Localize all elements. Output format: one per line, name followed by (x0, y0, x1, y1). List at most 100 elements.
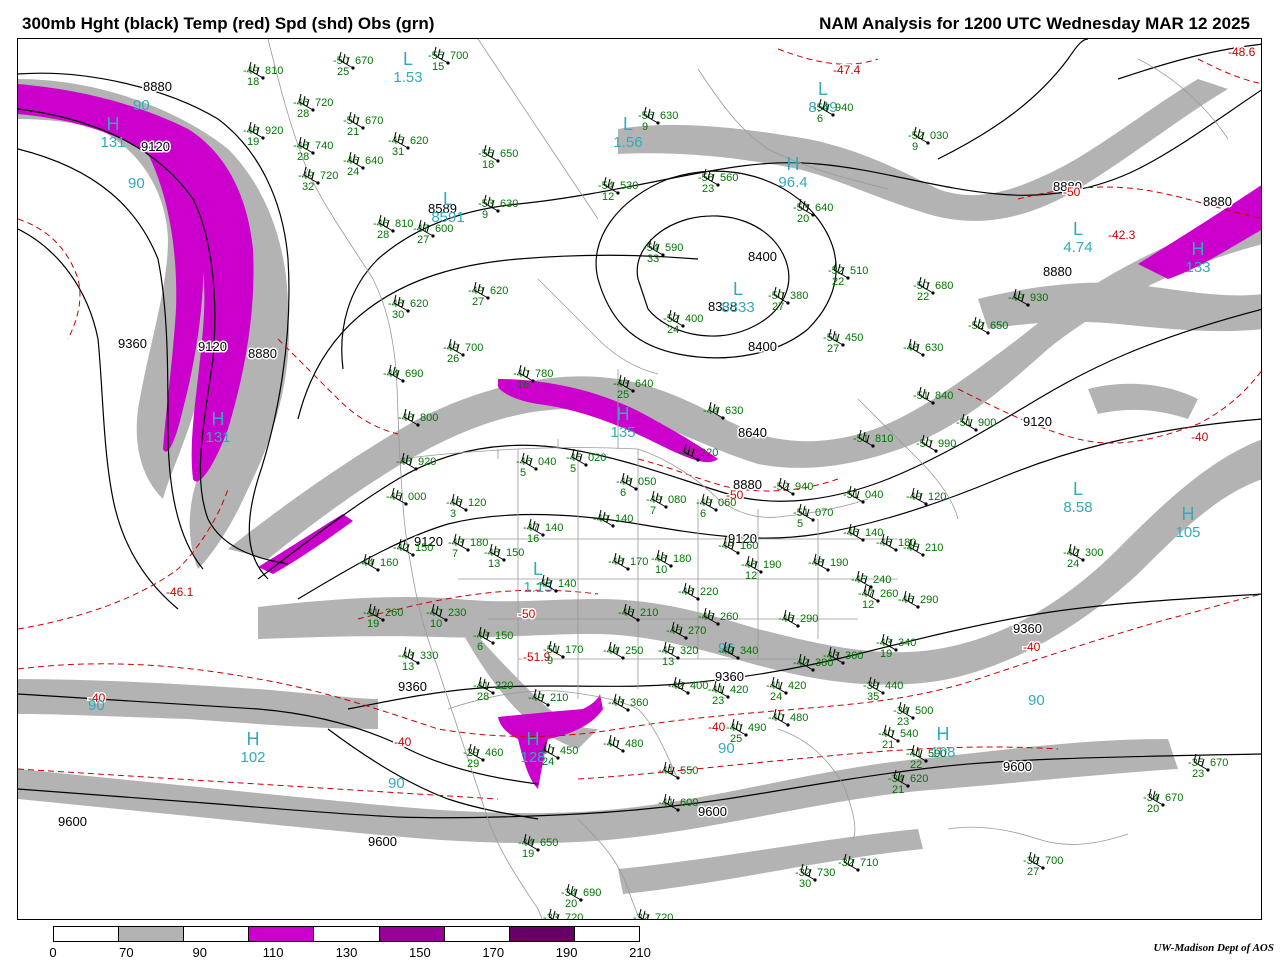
station-observation[interactable]: -48 19012 (741, 555, 781, 582)
station-observation[interactable]: -47 14016 (523, 518, 563, 545)
station-observation[interactable]: -49 72032 (298, 166, 338, 193)
obs-dewpoint-depression: 12 (602, 191, 614, 203)
station-observation[interactable]: -51 1709 (543, 640, 583, 667)
center-value-label: 96.4 (778, 174, 807, 191)
station-observation[interactable]: -58 56023 (698, 168, 738, 195)
obs-height: 030 (930, 130, 948, 142)
station-observation[interactable]: -46 0405 (516, 452, 556, 479)
station-observation[interactable]: -50 990 (916, 434, 956, 453)
station-observation[interactable]: -49 0606 (696, 493, 736, 520)
station-observation[interactable]: -45 240 (851, 570, 891, 589)
station-observation[interactable]: -48 92019 (243, 121, 283, 148)
obs-dewpoint-depression: 12 (862, 599, 874, 611)
station-observation[interactable]: -40 480 (603, 734, 643, 753)
station-observation[interactable]: -45 210 (903, 538, 943, 557)
station-observation[interactable]: -34 67020 (1143, 788, 1183, 815)
obs-height: 340 (740, 645, 758, 657)
station-observation[interactable]: -34 50023 (893, 701, 933, 728)
station-observation[interactable]: -45 62031 (388, 131, 428, 158)
map-panel[interactable]: 8880 9120 9360 9120 8880 8589 8400 8338 8400 8640… (17, 38, 1262, 920)
station-observation[interactable]: -49 62027 (468, 281, 508, 308)
station-observation[interactable]: -52 51022 (828, 261, 868, 288)
station-observation[interactable]: -33 720 (543, 908, 583, 920)
station-observation[interactable]: -46 72028 (293, 93, 333, 120)
station-observation[interactable]: -49 210 (528, 688, 568, 707)
station-observation[interactable]: -45 000 (386, 487, 426, 506)
station-observation[interactable]: -44 160 (358, 553, 398, 572)
station-observation[interactable]: -50 67021 (343, 111, 383, 138)
obs-height: 290 (800, 613, 818, 625)
station-observation[interactable]: -53 6309 (478, 194, 518, 221)
station-observation[interactable]: -40 45024 (538, 741, 578, 768)
station-observation[interactable]: -43 33013 (398, 646, 438, 673)
station-observation[interactable]: -47 26012 (858, 584, 898, 611)
station-observation[interactable]: -32 73030 (795, 863, 835, 890)
station-observation[interactable]: -50 68022 (913, 276, 953, 303)
station-observation[interactable]: -49 140 (536, 574, 576, 593)
station-observation[interactable]: -48 74028 (293, 136, 333, 163)
station-observation[interactable]: -48 800 (398, 408, 438, 427)
station-observation[interactable]: -51 040 (843, 485, 883, 504)
height-contour-label: 9360 (715, 669, 744, 684)
station-observation[interactable]: -46 64024 (343, 151, 383, 178)
station-observation[interactable]: -42 400 (668, 676, 708, 695)
station-observation[interactable]: -44 690 (383, 364, 423, 383)
station-observation[interactable]: -29 46029 (463, 743, 503, 770)
chart-title-left: 300mb Hght (black) Temp (red) Spd (shd) … (22, 14, 435, 33)
station-observation[interactable]: -41 42023 (708, 680, 748, 707)
station-observation[interactable]: -44 250 (603, 641, 643, 660)
station-observation[interactable]: -46 290 (898, 590, 938, 609)
obs-height: 700 (465, 342, 483, 354)
station-observation[interactable]: -48 18010 (651, 549, 691, 576)
obs-height: 670 (355, 55, 373, 67)
station-observation[interactable]: -32 720 (633, 908, 673, 920)
station-observation[interactable]: -44 630 (703, 401, 743, 420)
station-observation[interactable]: -46 260 (698, 607, 738, 626)
station-observation[interactable]: -41 42024 (766, 676, 806, 703)
station-observation[interactable]: -34 69020 (561, 883, 601, 910)
station-observation[interactable]: -51 900 (956, 413, 996, 432)
obs-height: 590 (665, 242, 683, 254)
station-observation[interactable]: -48 170 (608, 552, 648, 571)
station-observation[interactable]: -51 45027 (823, 328, 863, 355)
low-center-marker: L (443, 189, 453, 209)
station-observation[interactable]: -49 0807 (646, 490, 686, 517)
station-observation[interactable]: -50 67025 (333, 51, 373, 78)
station-observation[interactable]: -49 120 (906, 487, 946, 506)
station-observation[interactable]: -55 65018 (478, 144, 518, 171)
station-observation[interactable]: -48 62030 (388, 294, 428, 321)
station-observation[interactable]: -35 67023 (1188, 753, 1228, 780)
station-observation[interactable]: -48 630 (903, 338, 943, 357)
station-observation[interactable]: -51 0705 (793, 503, 833, 530)
obs-dewpoint-depression: 27 (417, 234, 429, 246)
station-observation[interactable]: -49 70026 (443, 338, 483, 365)
station-observation[interactable]: -43 1807 (448, 533, 488, 560)
obs-height: 640 (365, 155, 383, 167)
obs-dewpoint-depression: 7 (650, 505, 656, 517)
station-observation[interactable]: -55 70015 (428, 46, 468, 73)
station-observation[interactable]: -46 1203 (446, 493, 486, 520)
obs-height: 440 (885, 680, 903, 692)
station-observation[interactable]: -49 81018 (243, 61, 283, 88)
station-observation[interactable]: -32 70027 (1023, 851, 1063, 878)
station-observation[interactable]: -54 59033 (643, 238, 683, 265)
obs-height: 160 (740, 540, 758, 552)
station-observation[interactable]: -52 940 (773, 477, 813, 496)
station-observation[interactable]: -50 38027 (768, 286, 808, 313)
station-observation[interactable]: -48 920 (396, 452, 436, 471)
station-observation[interactable]: -53 64020 (793, 198, 833, 225)
station-observation[interactable]: -42 30024 (1063, 543, 1103, 570)
obs-height: 480 (625, 738, 643, 750)
obs-height: 040 (865, 489, 883, 501)
obs-height: 720 (565, 912, 583, 920)
station-observation[interactable]: -45 32013 (658, 641, 698, 668)
station-observation[interactable]: -43 360 (608, 693, 648, 712)
legend-tick-label: 190 (555, 945, 578, 960)
station-observation[interactable]: -51 840 (913, 386, 953, 405)
station-observation[interactable]: -40 480 (768, 708, 808, 727)
station-observation[interactable]: -52 0309 (908, 126, 948, 153)
station-observation[interactable]: -48 190 (808, 553, 848, 572)
station-observation[interactable]: -40 49025 (726, 718, 766, 745)
obs-height: 210 (925, 542, 943, 554)
station-observation[interactable]: -49 140 (593, 509, 633, 528)
